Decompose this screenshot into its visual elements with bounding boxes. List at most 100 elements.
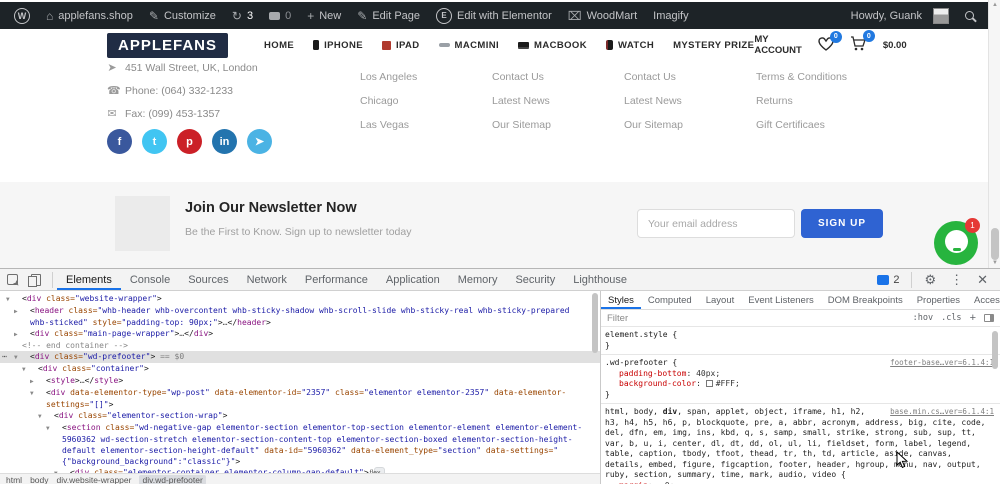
node-options-icon[interactable]: ⋯ xyxy=(2,351,8,362)
woodmart-menu[interactable]: ⌧ WoodMart xyxy=(560,2,645,29)
imagify-menu[interactable]: Imagify xyxy=(645,2,696,29)
footer-link[interactable]: Our Sitemap xyxy=(624,119,756,131)
elements-scrollbar[interactable] xyxy=(591,293,599,471)
tree-node[interactable]: ▶ <header class="whb-header whb-overconte… xyxy=(0,305,600,328)
footer-link[interactable]: Chicago xyxy=(360,95,492,107)
color-swatch[interactable] xyxy=(705,380,713,387)
wishlist-button[interactable]: 0 xyxy=(818,30,842,54)
tab-memory[interactable]: Memory xyxy=(449,269,507,290)
footer-link[interactable]: Los Angeles xyxy=(360,71,492,83)
newsletter-email-input[interactable] xyxy=(637,209,795,238)
site-menu[interactable]: ⌂ applefans.shop xyxy=(38,2,141,29)
footer-link[interactable]: Las Vegas xyxy=(360,119,492,131)
tab-performance[interactable]: Performance xyxy=(296,269,377,290)
tab-elements[interactable]: Elements xyxy=(57,269,121,290)
sidebar-tab-dom-breakpoints[interactable]: DOM Breakpoints xyxy=(821,291,910,309)
new-style-rule-icon[interactable]: + xyxy=(970,312,976,324)
footer-link[interactable]: Contact Us xyxy=(492,71,624,83)
styles-scrollbar[interactable] xyxy=(992,331,999,481)
tab-sources[interactable]: Sources xyxy=(179,269,237,290)
scrollbar-thumb[interactable] xyxy=(991,228,999,260)
new-menu[interactable]: + New xyxy=(299,2,349,29)
comments-menu[interactable]: 0 xyxy=(261,2,299,29)
tab-application[interactable]: Application xyxy=(377,269,449,290)
tree-node[interactable]: ▼ <div class="website-wrapper"> xyxy=(0,293,600,305)
footer-link[interactable]: Returns xyxy=(756,95,906,107)
css-rule[interactable]: base.min.cs…ver=6.1.4:1 html, body, div, … xyxy=(601,404,1000,484)
admin-search[interactable] xyxy=(957,11,982,20)
edit-elementor-menu[interactable]: E Edit with Elementor xyxy=(428,2,560,29)
stylesheet-link[interactable]: footer-base…ver=6.1.4:1 xyxy=(890,358,994,369)
device-toolbar-button[interactable] xyxy=(24,269,48,290)
footer-link[interactable]: Our Sitemap xyxy=(492,119,624,131)
site-logo[interactable]: APPLEFANS xyxy=(107,32,229,58)
close-devtools-icon[interactable]: ✕ xyxy=(971,272,994,288)
tree-node[interactable]: ▼ <div class="container"> xyxy=(0,363,600,375)
nav-item-ipad[interactable]: IPAD xyxy=(381,40,420,51)
wp-logo-menu[interactable]: W xyxy=(6,2,38,29)
tree-node[interactable]: ▼ <div data-elementor-type="wp-post" data… xyxy=(0,387,600,410)
sidebar-tab-styles[interactable]: Styles xyxy=(601,291,641,309)
css-property[interactable]: padding-bottom: 40px; xyxy=(605,369,994,380)
styles-scrollbar-thumb[interactable] xyxy=(992,331,998,369)
scroll-up-icon[interactable]: ▲ xyxy=(992,2,998,8)
social-telegram-icon[interactable]: ➤ xyxy=(247,129,272,154)
footer-link[interactable]: Gift Certificaes xyxy=(756,119,906,131)
nav-item-mystery-prize[interactable]: MYSTERY PRIZE xyxy=(673,40,754,51)
styles-filter-input[interactable] xyxy=(607,312,905,324)
nav-item-home[interactable]: HOME xyxy=(264,40,294,51)
social-pinterest-icon[interactable]: p xyxy=(177,129,202,154)
social-twitter-icon[interactable]: t xyxy=(142,129,167,154)
settings-icon[interactable]: ⚙ xyxy=(918,272,942,288)
element-classes-button[interactable]: .cls xyxy=(941,313,961,323)
tree-node[interactable]: <!-- end container --> xyxy=(0,340,600,351)
scroll-down-icon[interactable]: ▼ xyxy=(992,260,998,266)
tab-network[interactable]: Network xyxy=(238,269,296,290)
tree-node[interactable]: ▶ <div class="main-page-wrapper">…</div> xyxy=(0,328,600,340)
signup-button[interactable]: SIGN UP xyxy=(801,209,883,238)
css-property[interactable]: background-color: #FFF; xyxy=(605,379,994,390)
social-linkedin-icon[interactable]: in xyxy=(212,129,237,154)
my-account-link[interactable]: MY ACCOUNT xyxy=(754,34,802,56)
breadcrumb-item[interactable]: div.wd-prefooter xyxy=(139,474,206,484)
updates-menu[interactable]: ↻ 3 xyxy=(224,2,261,29)
sidebar-tab-properties[interactable]: Properties xyxy=(910,291,967,309)
social-facebook-icon[interactable]: f xyxy=(107,129,132,154)
footer-link[interactable]: Contact Us xyxy=(624,71,756,83)
tree-node[interactable]: ▼ <div class="elementor-section-wrap"> xyxy=(0,410,600,422)
css-property[interactable]: margin: ▸ 0; xyxy=(605,481,994,484)
breadcrumb-item[interactable]: body xyxy=(30,475,48,484)
footer-link[interactable]: Terms & Conditions xyxy=(756,71,906,83)
howdy-menu[interactable]: Howdy, Guank xyxy=(843,7,957,24)
more-options-icon[interactable]: ⋮ xyxy=(944,272,969,288)
css-rule[interactable]: footer-base…ver=6.1.4:1 .wd-prefooter {pa… xyxy=(601,355,1000,404)
tree-node[interactable]: ▶ <style>…</style> xyxy=(0,375,600,387)
footer-link[interactable]: Latest News xyxy=(492,95,624,107)
tab-console[interactable]: Console xyxy=(121,269,179,290)
elements-scrollbar-thumb[interactable] xyxy=(592,293,598,353)
customize-menu[interactable]: ✎ Customize xyxy=(141,2,224,29)
nav-item-iphone[interactable]: IPHONE xyxy=(313,40,363,51)
issues-button[interactable]: 2 xyxy=(871,274,905,286)
nav-item-macbook[interactable]: MACBOOK xyxy=(518,40,587,51)
css-rule[interactable]: element.style {} xyxy=(601,327,1000,355)
tab-lighthouse[interactable]: Lighthouse xyxy=(564,269,636,290)
inspect-element-button[interactable] xyxy=(0,269,24,290)
nav-item-macmini[interactable]: MACMINI xyxy=(438,40,500,51)
cart-button[interactable]: 0 xyxy=(850,30,875,54)
sidebar-tab-event-listeners[interactable]: Event Listeners xyxy=(741,291,820,309)
stylesheet-link[interactable]: base.min.cs…ver=6.1.4:1 xyxy=(890,407,994,418)
sidebar-tab-layout[interactable]: Layout xyxy=(699,291,742,309)
breadcrumb-item[interactable]: html xyxy=(6,475,22,484)
toggle-element-state-button[interactable]: :hov xyxy=(913,313,933,323)
computed-panel-toggle-icon[interactable] xyxy=(984,314,994,322)
edit-page-menu[interactable]: ✎ Edit Page xyxy=(349,2,428,29)
tree-node[interactable]: ▼ <section class="wd-negative-gap element… xyxy=(0,422,600,467)
page-scrollbar[interactable]: ▲ ▼ xyxy=(988,0,1000,268)
sidebar-tab-accessibility[interactable]: Accessibility xyxy=(967,291,1000,309)
footer-link[interactable]: Latest News xyxy=(624,95,756,107)
sidebar-tab-computed[interactable]: Computed xyxy=(641,291,699,309)
chat-widget[interactable]: 1 xyxy=(934,218,980,265)
tree-node[interactable]: ⋯ ▼ <div class="wd-prefooter"> == $0 xyxy=(0,351,600,363)
tab-security[interactable]: Security xyxy=(506,269,564,290)
